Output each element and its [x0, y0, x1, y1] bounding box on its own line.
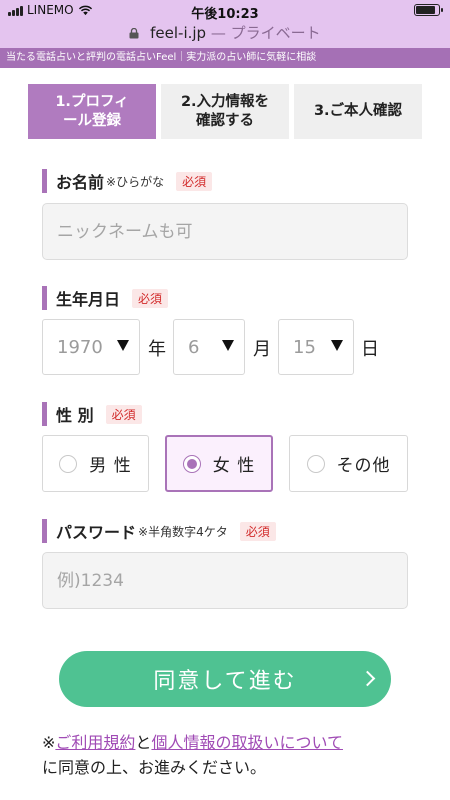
gender-option-other[interactable]: その他: [289, 435, 408, 492]
required-badge: 必須: [176, 171, 213, 191]
birth-day-select[interactable]: 15: [278, 319, 354, 375]
terms-of-use-link[interactable]: ご利用規約: [55, 733, 135, 752]
password-field-label: パスワード ※半角数字4ケタ 必須: [42, 519, 276, 543]
birth-year-select[interactable]: 1970: [42, 319, 140, 375]
gender-option-label: 男 性: [89, 456, 132, 476]
birth-month-value: 6: [188, 336, 200, 358]
agreement-prefix: ※: [42, 733, 56, 752]
name-field-label: お名前 ※ひらがな 必須: [42, 169, 213, 193]
birth-month-select[interactable]: 6: [173, 319, 245, 375]
agreement-text: ※ご利用規約と個人情報の取扱いについて に同意の上、お進みください。: [42, 730, 412, 780]
battery-level: [416, 6, 435, 14]
birth-day-value: 15: [293, 336, 316, 358]
submit-label: 同意して進む: [153, 669, 297, 694]
day-unit: 日: [361, 339, 379, 360]
year-unit: 年: [148, 339, 166, 360]
password-input[interactable]: [42, 552, 408, 609]
radio-checked-icon: [182, 454, 201, 473]
privacy-policy-link[interactable]: 個人情報の取扱いについて: [151, 733, 343, 752]
url-bar[interactable]: feel-i.jp — プライベート: [0, 20, 450, 48]
radio-icon: [59, 454, 78, 473]
dropdown-arrow-icon: [117, 340, 129, 351]
month-unit: 月: [253, 339, 271, 360]
birthdate-field-label: 生年月日 必須: [42, 286, 169, 310]
password-label: パスワード: [56, 523, 137, 542]
battery-icon: [414, 4, 443, 16]
url-domain: feel-i.jp: [150, 24, 207, 42]
required-badge: 必須: [239, 521, 276, 541]
step-indicator: 1.プロフィ ール登録 2.入力情報を 確認する 3.ご本人確認: [28, 84, 422, 139]
step-profile-registration: 1.プロフィ ール登録: [28, 84, 156, 139]
name-label: お名前: [56, 173, 105, 192]
required-badge: 必須: [105, 404, 142, 424]
agreement-suffix: に同意の上、お進みください。: [42, 758, 267, 777]
agreement-and: と: [135, 733, 152, 752]
gender-field-label: 性 別 必須: [42, 402, 142, 426]
lock-icon: [129, 28, 139, 39]
radio-icon: [306, 454, 325, 473]
dropdown-arrow-icon: [331, 340, 343, 351]
name-input[interactable]: [42, 203, 408, 260]
gender-label: 性 別: [56, 406, 94, 425]
step-confirm-input: 2.入力情報を 確認する: [161, 84, 289, 139]
required-badge: 必須: [132, 288, 169, 308]
birthdate-label: 生年月日: [56, 290, 121, 309]
site-tagline: 当たる電話占いと評判の電話占いFeel｜実力派の占い師に気軽に相談: [0, 48, 450, 68]
step-identity-verification: 3.ご本人確認: [294, 84, 422, 139]
name-note: ※ひらがな: [106, 174, 165, 189]
private-label: — プライベート: [210, 24, 321, 42]
chevron-right-icon: [359, 670, 376, 687]
gender-option-label: 女 性: [212, 456, 256, 476]
gender-option-label: その他: [336, 456, 391, 476]
gender-option-male[interactable]: 男 性: [42, 435, 149, 492]
gender-option-female[interactable]: 女 性: [165, 435, 273, 492]
password-note: ※半角数字4ケタ: [138, 524, 228, 539]
status-bar: LINEMO 午後10:23: [0, 0, 450, 22]
birth-year-value: 1970: [57, 336, 103, 358]
dropdown-arrow-icon: [222, 340, 234, 351]
agree-and-continue-button[interactable]: 同意して進む: [59, 651, 391, 707]
